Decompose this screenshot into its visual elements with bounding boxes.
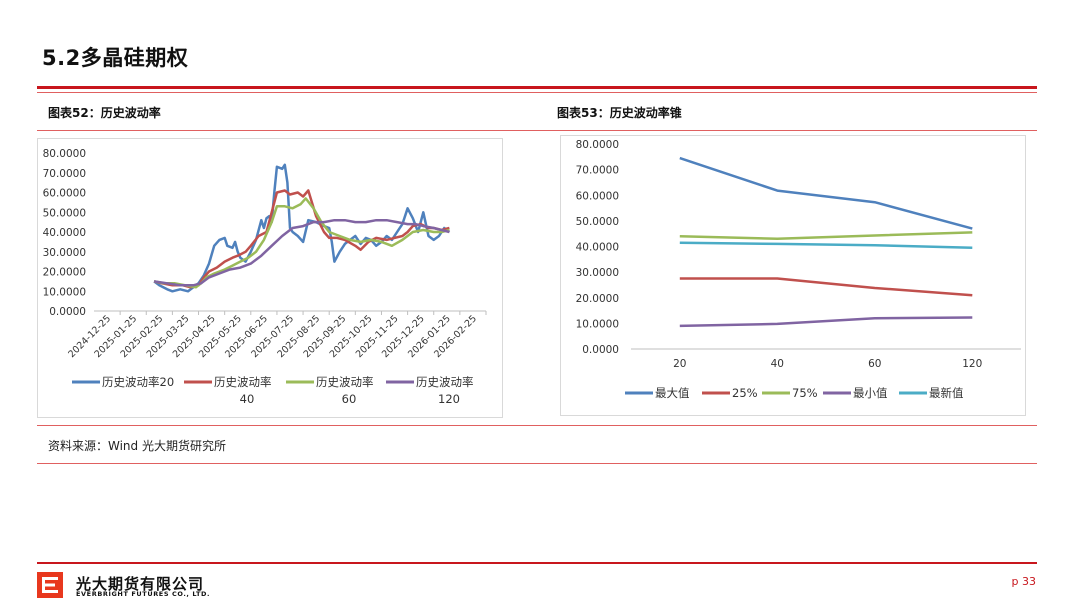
figure-52-title: 图表52：历史波动率 xyxy=(48,106,161,120)
x-tick-label: 40 xyxy=(771,358,784,370)
series-line-3 xyxy=(679,231,973,241)
chart-52-historical-volatility: 0.0000 10.0000 20.0000 30.0000 40.0000 50.000… xyxy=(43,148,487,406)
x-tick-label: 120 xyxy=(962,358,982,370)
title-rule xyxy=(37,86,1037,89)
legend-label: 40 xyxy=(240,392,255,406)
figure-title-rule xyxy=(37,130,1037,131)
chart-52-container: 0.0000 10.0000 20.0000 30.0000 40.0000 50.000… xyxy=(37,138,503,418)
title-rule-thin xyxy=(37,92,1037,93)
series-line-4 xyxy=(153,218,450,287)
y-tick-label: 20.0000 xyxy=(576,293,619,305)
legend-label: 历史波动率 xyxy=(214,375,272,389)
y-tick-label: 10.0000 xyxy=(43,286,86,298)
legend-label: 最新值 xyxy=(929,386,964,400)
y-tick-label: 60.0000 xyxy=(43,188,86,200)
page-number: p 33 xyxy=(1011,575,1036,588)
source-rule-top xyxy=(37,425,1037,426)
y-tick-label: 0.0000 xyxy=(49,306,86,318)
y-tick-label: 60.0000 xyxy=(576,190,619,202)
legend-label: 历史波动率 xyxy=(416,375,474,389)
y-tick-label: 80.0000 xyxy=(576,139,619,151)
series-line-4 xyxy=(679,316,973,328)
y-tick-label: 40.0000 xyxy=(43,227,86,239)
x-tick-label: 60 xyxy=(868,358,881,370)
series-line-3 xyxy=(153,197,450,289)
page-title: 5.2多晶硅期权 xyxy=(42,46,189,70)
legend-label: 75% xyxy=(792,386,818,400)
company-logo-icon xyxy=(37,572,63,598)
legend-label: 120 xyxy=(438,392,460,406)
source-rule-bottom xyxy=(37,463,1037,464)
y-tick-label: 20.0000 xyxy=(43,267,86,279)
y-tick-label: 40.0000 xyxy=(576,242,619,254)
y-tick-label: 10.0000 xyxy=(576,318,619,330)
y-tick-label: 70.0000 xyxy=(43,168,86,180)
y-tick-label: 30.0000 xyxy=(43,247,86,259)
figure-53-title: 图表53：历史波动率锥 xyxy=(557,106,682,120)
y-tick-label: 80.0000 xyxy=(43,148,86,160)
y-tick-label: 50.0000 xyxy=(576,216,619,228)
series-line-2 xyxy=(679,277,973,297)
series-line-1 xyxy=(153,163,451,293)
footer-rule xyxy=(37,562,1037,564)
legend-label: 最大值 xyxy=(655,386,690,400)
legend-label: 最小值 xyxy=(853,386,888,400)
company-name-en: EVERBRIGHT FUTURES CO., LTD. xyxy=(76,590,211,598)
chart-53-container: 0.0000 10.0000 20.0000 30.0000 40.0000 50.000… xyxy=(560,135,1026,416)
series-line-1 xyxy=(679,156,973,230)
y-tick-label: 0.0000 xyxy=(582,344,619,356)
x-tick-label: 20 xyxy=(673,358,686,370)
chart-53-volatility-cone: 0.0000 10.0000 20.0000 30.0000 40.0000 50.000… xyxy=(576,139,1021,400)
legend-label: 历史波动率 xyxy=(316,375,374,389)
y-tick-label: 70.0000 xyxy=(576,165,619,177)
legend-label: 25% xyxy=(732,386,758,400)
y-tick-label: 30.0000 xyxy=(576,267,619,279)
source-note: 资料来源：Wind 光大期货研究所 xyxy=(48,439,226,453)
legend-label: 60 xyxy=(342,392,357,406)
legend-label: 历史波动率20 xyxy=(102,375,174,389)
y-tick-label: 50.0000 xyxy=(43,207,86,219)
series-line-5 xyxy=(679,241,973,250)
